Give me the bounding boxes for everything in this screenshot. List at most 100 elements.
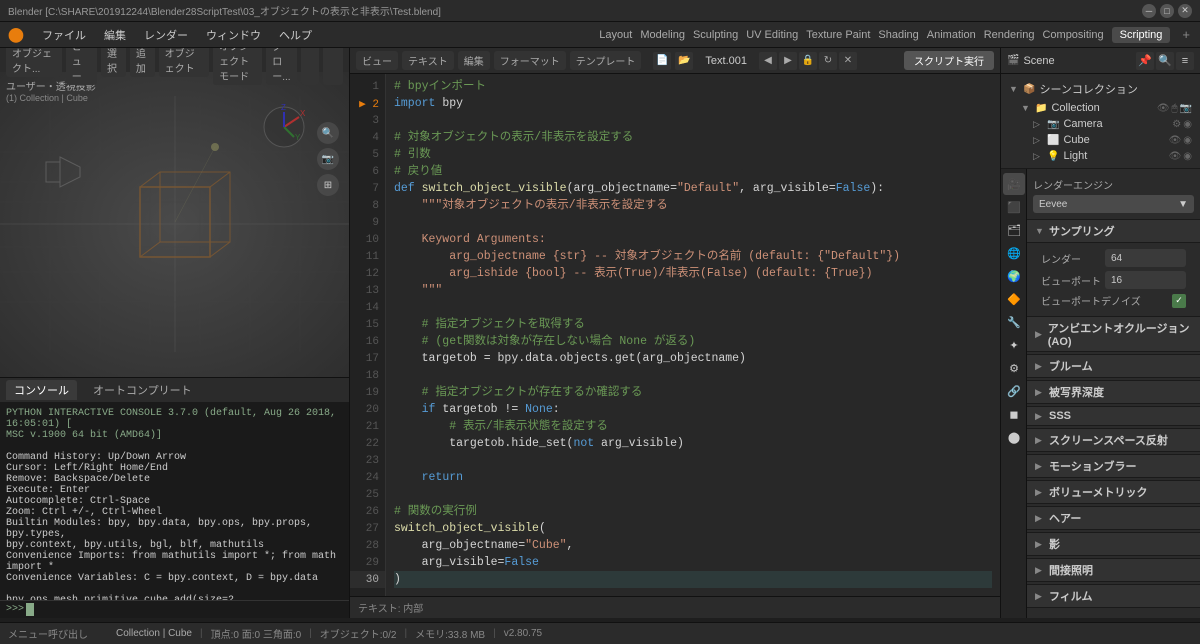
restrict-view-icon[interactable]: 👁 — [1157, 103, 1170, 114]
scene-item-collection[interactable]: ▼ 📁 Collection 👁 🖱 📷 — [1001, 100, 1200, 116]
ao-header[interactable]: ▶ アンビエントオクルージョン(AO) — [1027, 316, 1200, 352]
material-props-icon[interactable]: ⬤ — [1003, 426, 1025, 448]
restrict-render-icon[interactable]: 📷 — [1180, 103, 1192, 114]
viewport-select-btn[interactable]: 選択 — [101, 48, 126, 77]
viewport[interactable]: オブジェクト... ビュー 選択 追加 オブジェクト オブジェクトモード グロー… — [0, 48, 349, 378]
render-engine-dropdown[interactable]: Eevee ▼ — [1033, 195, 1194, 213]
code-lines[interactable]: # bpyインポート import bpy # 対象オブジェクトの表示/非表示を… — [386, 74, 1000, 596]
menu-edit[interactable]: 編集 — [96, 25, 134, 45]
hair-header[interactable]: ▶ ヘアー — [1027, 506, 1200, 530]
blender-logo: ⬤ — [6, 25, 26, 45]
camera-persp-btn[interactable]: 📷 — [317, 148, 339, 170]
new-file-icon[interactable]: 📄 — [653, 52, 671, 70]
menu-file[interactable]: ファイル — [34, 25, 94, 45]
run-script-button[interactable]: スクリプト実行 — [904, 51, 994, 70]
editor-edit-btn[interactable]: 編集 — [458, 51, 490, 70]
scene-item-cube[interactable]: ▷ ⬜ Cube 👁 ◉ — [1001, 132, 1200, 148]
search-btn[interactable]: 🔍 — [1156, 52, 1174, 70]
editor-view-btn[interactable]: ビュー — [356, 51, 398, 70]
line-numbers: 1 ▶ 2 3 4 5 6 7 8 9 10 11 12 13 14 15 16… — [350, 74, 386, 596]
code-line-19: # 指定オブジェクトが存在するか確認する — [394, 384, 992, 401]
output-props-icon[interactable]: ⬛ — [1003, 196, 1025, 218]
particles-props-icon[interactable]: ✦ — [1003, 334, 1025, 356]
status-sep3: | — [404, 628, 407, 639]
editor-template-btn[interactable]: テンプレート — [570, 51, 642, 70]
sss-header[interactable]: ▶ SSS — [1027, 406, 1200, 426]
viewport-side-gizmo: 🔍 📷 ⊞ — [317, 122, 339, 196]
camera-render-icon[interactable]: ◉ — [1183, 119, 1192, 130]
line-num-4: 4 — [350, 129, 385, 146]
console-input[interactable]: >>> — [0, 600, 349, 618]
file-sync-icon[interactable]: ↻ — [819, 52, 837, 70]
viewport-overlay-btn[interactable]: ● — [301, 48, 319, 85]
scene-item-light[interactable]: ▷ 💡 Light 👁 ◉ — [1001, 148, 1200, 164]
wireframe-btn[interactable]: ⊞ — [317, 174, 339, 196]
file-close-icon[interactable]: ✕ — [839, 52, 857, 70]
view-layer-icon[interactable]: 🗂 — [1003, 219, 1025, 241]
menu-render[interactable]: レンダー — [136, 25, 196, 45]
viewport-object-btn[interactable]: オブジェクト... — [6, 48, 62, 77]
restrict-select-icon[interactable]: 🖱 — [1172, 103, 1178, 114]
dof-header[interactable]: ▶ 被写界深度 — [1027, 380, 1200, 404]
volumetrics-header[interactable]: ▶ ボリューメトリック — [1027, 480, 1200, 504]
viewport-shading-btn[interactable]: グロー... — [266, 48, 296, 85]
viewport-mode-btn[interactable]: オブジェクトモード — [213, 48, 262, 85]
zoom-in-btn[interactable]: 🔍 — [317, 122, 339, 144]
open-file-icon[interactable]: 📂 — [675, 52, 693, 70]
console-line: Autocomplete: Ctrl-Space — [6, 496, 343, 507]
scene-props-icon[interactable]: 🌐 — [1003, 242, 1025, 264]
right-panel: 🎬 Scene 📌 🔍 ≡ ▼ 📦 シーンコレクション ▼ 📁 Collecti… — [1000, 48, 1200, 618]
cube-select-icon[interactable]: ◉ — [1183, 135, 1192, 146]
file-lock-icon[interactable]: 🔒 — [799, 52, 817, 70]
orientation-gizmo: X Y Z — [259, 102, 309, 152]
render-samples-value[interactable]: 64 — [1105, 249, 1186, 267]
scene-item-camera[interactable]: ▷ 📷 Camera ⚙ ◉ — [1001, 116, 1200, 132]
close-button[interactable]: ✕ — [1178, 4, 1192, 18]
bloom-header[interactable]: ▶ ブルーム — [1027, 354, 1200, 378]
light-view-icon[interactable]: 👁 — [1169, 151, 1182, 162]
modifier-props-icon[interactable]: 🔧 — [1003, 311, 1025, 333]
scene-collection-header[interactable]: ▼ 📦 シーンコレクション — [1001, 78, 1200, 100]
line-num-15: 15 — [350, 316, 385, 333]
file-prev-icon[interactable]: ◀ — [759, 52, 777, 70]
viewport-samples-value[interactable]: 16 — [1105, 271, 1186, 289]
constraints-props-icon[interactable]: 🔗 — [1003, 380, 1025, 402]
sampling-group-header[interactable]: ▼ サンプリング — [1027, 219, 1200, 243]
motion-blur-header[interactable]: ▶ モーションブラー — [1027, 454, 1200, 478]
console-tab[interactable]: コンソール — [6, 380, 77, 400]
indirect-lighting-header[interactable]: ▶ 間接照明 — [1027, 558, 1200, 582]
menu-window[interactable]: ウィンドウ — [198, 25, 269, 45]
maximize-button[interactable]: □ — [1160, 4, 1174, 18]
physics-props-icon[interactable]: ⚙ — [1003, 357, 1025, 379]
pin-btn[interactable]: 📌 — [1136, 52, 1154, 70]
viewport-obj-menu-btn[interactable]: オブジェクト — [159, 48, 209, 77]
film-header[interactable]: ▶ フィルム — [1027, 584, 1200, 608]
menu-help[interactable]: ヘルプ — [271, 25, 320, 45]
viewport-gizmo-btn[interactable]: ⊕ — [323, 48, 343, 85]
denoise-checkbox[interactable]: ✓ — [1172, 294, 1186, 308]
light-render-icon[interactable]: ◉ — [1183, 151, 1192, 162]
camera-options-icon[interactable]: ⚙ — [1172, 119, 1181, 130]
scripting-tab[interactable]: Scripting — [1112, 27, 1171, 43]
code-area[interactable]: 1 ▶ 2 3 4 5 6 7 8 9 10 11 12 13 14 15 16… — [350, 74, 1000, 596]
autocomplete-tab[interactable]: オートコンプリート — [85, 380, 200, 400]
line-num-17: 17 — [350, 350, 385, 367]
cube-view-icon[interactable]: 👁 — [1169, 135, 1182, 146]
add-workspace-btn[interactable]: + — [1178, 27, 1194, 42]
line-num-11: 11 — [350, 248, 385, 265]
shadows-header[interactable]: ▶ 影 — [1027, 532, 1200, 556]
render-props-icon[interactable]: 🎥 — [1003, 173, 1025, 195]
ssr-header[interactable]: ▶ スクリーンスペース反射 — [1027, 428, 1200, 452]
light-icon: 💡 — [1047, 151, 1059, 162]
filter-btn[interactable]: ≡ — [1176, 52, 1194, 70]
world-props-icon[interactable]: 🌍 — [1003, 265, 1025, 287]
editor-text-btn[interactable]: テキスト — [402, 51, 454, 70]
code-line-9 — [394, 214, 992, 231]
viewport-view-btn[interactable]: ビュー — [66, 48, 97, 85]
data-props-icon[interactable]: ◼ — [1003, 403, 1025, 425]
file-next-icon[interactable]: ▶ — [779, 52, 797, 70]
editor-format-btn[interactable]: フォーマット — [494, 51, 566, 70]
viewport-add-btn[interactable]: 追加 — [130, 48, 155, 77]
minimize-button[interactable]: ─ — [1142, 4, 1156, 18]
object-props-icon[interactable]: 🔶 — [1003, 288, 1025, 310]
